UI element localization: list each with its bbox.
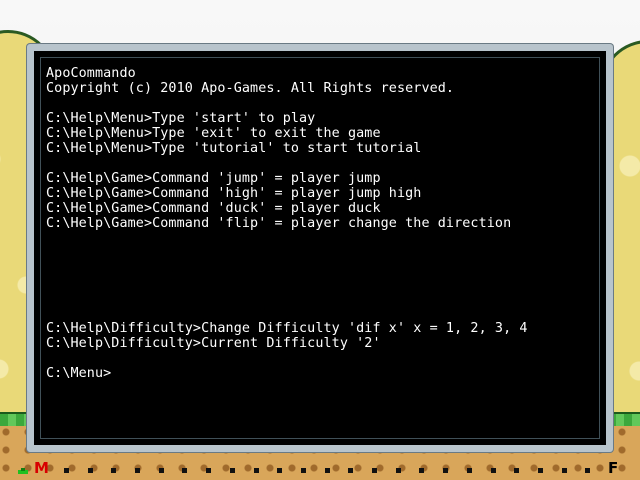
console-line: C:\Menu> (46, 366, 112, 381)
console-line: C:\Help\Game>Command 'jump' = player jum… (46, 171, 381, 186)
track-dot (491, 468, 496, 473)
console-line: C:\Help\Game>Command 'duck' = player duc… (46, 201, 381, 216)
track-dot (562, 468, 567, 473)
track-dot (443, 468, 448, 473)
track-dot (514, 468, 519, 473)
track-dot (111, 468, 116, 473)
command-console[interactable]: ApoCommando Copyright (c) 2010 Apo-Games.… (27, 44, 613, 452)
track-dot (206, 468, 211, 473)
track-dot (182, 468, 187, 473)
track-dot (372, 468, 377, 473)
track-dot (159, 468, 164, 473)
start-marker: M (34, 459, 49, 477)
level-progress-track (0, 456, 640, 480)
track-dot (325, 468, 330, 473)
track-dot (277, 468, 282, 473)
track-dot (88, 468, 93, 473)
console-line: C:\Help\Difficulty>Current Difficulty '2… (46, 336, 381, 351)
track-dot (64, 468, 69, 473)
track-dot (396, 468, 401, 473)
console-line: C:\Help\Difficulty>Change Difficulty 'di… (46, 321, 528, 336)
track-dot (585, 468, 590, 473)
track-dot (419, 468, 424, 473)
console-line: C:\Help\Menu>Type 'tutorial' to start tu… (46, 141, 422, 156)
track-dot (467, 468, 472, 473)
console-line: C:\Help\Menu>Type 'start' to play (46, 111, 316, 126)
track-dot (135, 468, 140, 473)
track-dot (254, 468, 259, 473)
console-line: C:\Help\Game>Command 'flip' = player cha… (46, 216, 512, 231)
track-dot (301, 468, 306, 473)
track-dot (230, 468, 235, 473)
console-line: C:\Help\Game>Command 'high' = player jum… (46, 186, 422, 201)
console-line: C:\Help\Menu>Type 'exit' to exit the gam… (46, 126, 381, 141)
track-dot (348, 468, 353, 473)
track-dot (538, 468, 543, 473)
console-line: ApoCommando (46, 66, 136, 81)
game-scene: ApoCommando Copyright (c) 2010 Apo-Games.… (0, 0, 640, 480)
player-position-icon (18, 468, 28, 474)
finish-marker: F (608, 459, 619, 477)
console-line: Copyright (c) 2010 Apo-Games. All Rights… (46, 81, 455, 96)
